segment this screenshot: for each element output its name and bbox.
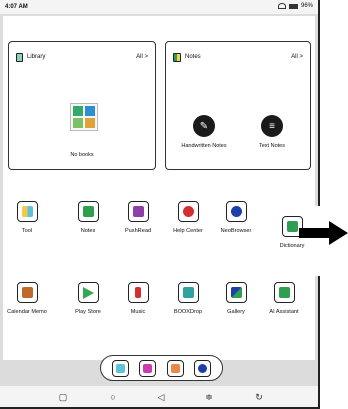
notes-card[interactable]: Notes All > ✎ Handwritten Notes ≡ Text N… [165, 41, 311, 170]
notes-title: Notes [185, 54, 201, 60]
boox-drop-icon [177, 282, 199, 303]
notes-card-icon [173, 52, 181, 62]
no-books-illustration [70, 103, 98, 131]
notes-all-link[interactable]: All > [291, 54, 303, 60]
app-label: Music [130, 309, 146, 315]
library-all-link[interactable]: All > [136, 54, 148, 60]
app-label: Notes [80, 228, 96, 234]
notes-icon [77, 201, 99, 222]
help-icon [177, 201, 199, 222]
recent-icon[interactable]: ▢ [56, 390, 70, 404]
app-label: NeoBrowser [220, 228, 252, 234]
status-right: 96% [277, 3, 313, 9]
app-play-store[interactable]: Play Store [60, 282, 116, 315]
dock [100, 355, 223, 381]
home-icon[interactable]: ○ [106, 390, 120, 404]
back-icon[interactable]: ◁ [154, 390, 168, 404]
app-label: Help Center [173, 228, 203, 234]
app-label: Play Store [75, 309, 101, 315]
app-label: Gallery [227, 309, 245, 315]
browser-dock-icon[interactable] [193, 359, 211, 377]
text-note-icon: ≡ [261, 115, 283, 137]
tool-icon [16, 201, 38, 222]
library-icon[interactable] [112, 359, 130, 377]
app-ai-assistant[interactable]: AI Assistant [256, 282, 312, 315]
app-notes[interactable]: Notes [60, 201, 116, 234]
text-notes-button[interactable]: ≡ Text Notes [242, 115, 302, 149]
wifi-icon [277, 3, 286, 9]
device-screen: 4:07 AM 96% Library All > No books Notes… [0, 0, 322, 409]
app-label: Tool [21, 228, 33, 234]
calendar-icon [16, 282, 38, 303]
ai-assistant-icon [273, 282, 295, 303]
handwritten-notes-label: Handwritten Notes [181, 143, 227, 149]
app-neobrowser[interactable]: NeoBrowser [208, 201, 264, 234]
app-label: PushRead [124, 228, 152, 234]
text-notes-label: Text Notes [259, 143, 285, 149]
music-icon [127, 282, 149, 303]
library-card[interactable]: Library All > No books [8, 41, 156, 170]
pen-icon: ✎ [193, 115, 215, 137]
store-icon[interactable] [139, 359, 157, 377]
pointer-arrow-icon [299, 221, 348, 245]
notes-header: Notes All > [173, 51, 303, 63]
library-title: Library [27, 54, 46, 60]
browser-icon [225, 201, 247, 222]
home-panel: Library All > No books Notes All > ✎ Han… [0, 16, 322, 366]
play-store-icon [77, 282, 99, 303]
no-books-label: No books [70, 152, 94, 158]
handwritten-notes-button[interactable]: ✎ Handwritten Notes [174, 115, 234, 149]
app-music[interactable]: Music [110, 282, 166, 315]
refresh-icon[interactable]: ↻ [252, 390, 266, 404]
app-tool[interactable]: Tool [0, 201, 55, 234]
battery-level: 96% [300, 3, 313, 9]
status-time: 4:07 AM [5, 4, 28, 10]
app-label: Calendar Memo [7, 309, 47, 315]
notes-dock-icon[interactable] [166, 359, 184, 377]
root: 4:07 AM 96% Library All > No books Notes… [0, 0, 348, 409]
library-header: Library All > [16, 51, 148, 63]
gallery-icon [225, 282, 247, 303]
rss-icon [127, 201, 149, 222]
app-label: BOOXDrop [173, 309, 203, 315]
status-bar: 4:07 AM 96% [0, 0, 318, 14]
app-calendar-memo[interactable]: Calendar Memo [0, 282, 55, 315]
app-label: AI Assistant [269, 309, 299, 315]
book-icon [16, 52, 23, 62]
app-pushread[interactable]: PushRead [110, 201, 166, 234]
battery-icon [288, 3, 298, 9]
navigation-bar: ▢ ○ ◁ ≑ ↻ [0, 386, 318, 407]
settings-icon[interactable]: ≑ [202, 390, 216, 404]
